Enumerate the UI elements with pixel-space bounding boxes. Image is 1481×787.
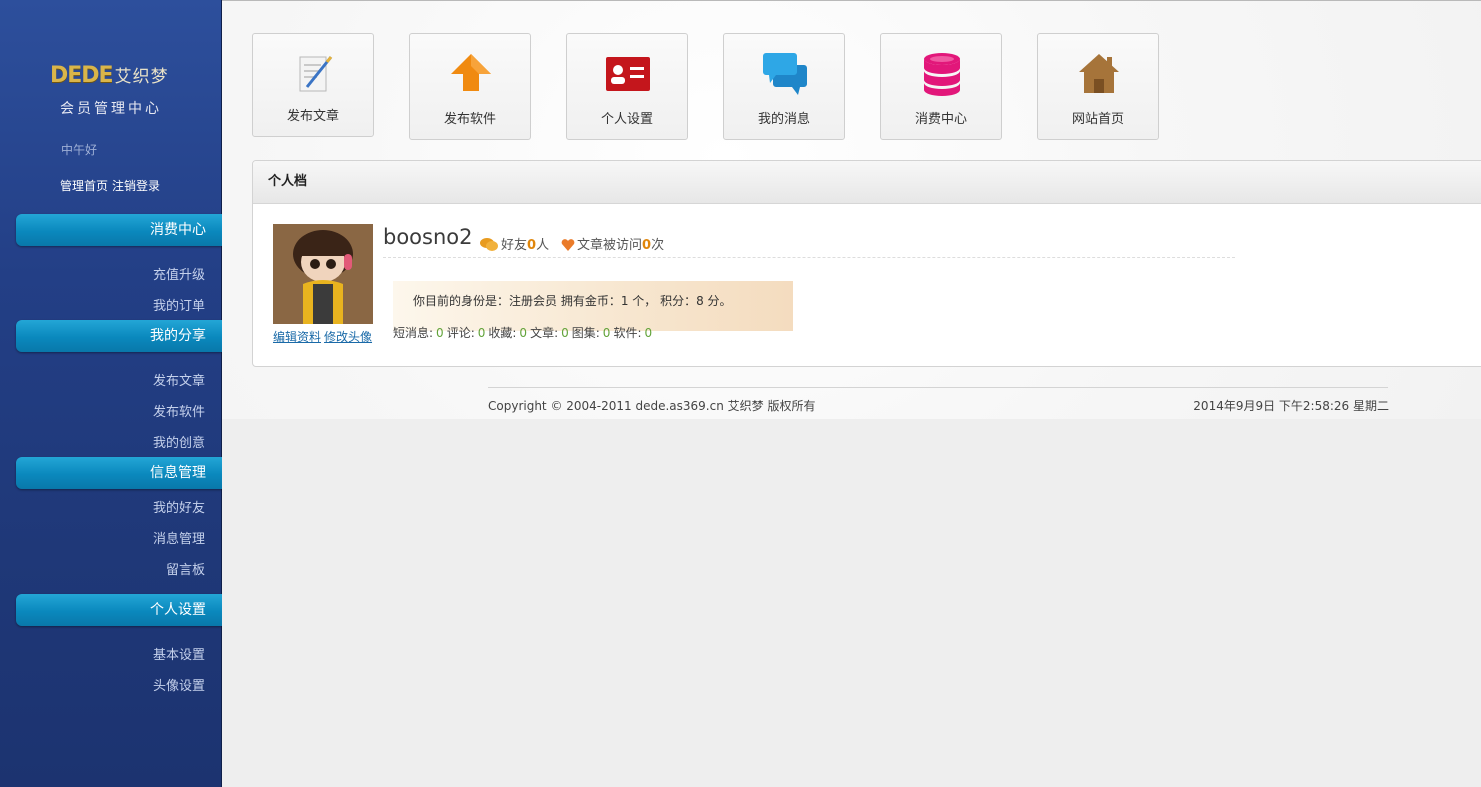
software-count: 0 — [644, 326, 653, 340]
brand-name: 艾织梦 — [114, 67, 169, 87]
friends-stat: 好友0人 — [479, 234, 549, 253]
username: boosno2 — [383, 225, 473, 249]
avatar-links: 编辑资料 修改头像 — [273, 328, 372, 345]
home-icon — [1079, 54, 1119, 93]
friends-count: 0 — [527, 238, 537, 253]
identity-text: 你目前的身份是：注册会员 拥有金币：1 个， 积分：8 分。 — [413, 294, 732, 308]
tile-label: 发布文章 — [286, 109, 339, 124]
menu-item-basic-settings[interactable]: 基本设置 — [153, 644, 205, 663]
visits-stat: 文章被访问0次 — [561, 234, 664, 253]
logout-link[interactable]: 注销登录 — [112, 179, 160, 193]
tile-label: 网站首页 — [1071, 112, 1124, 127]
tile-label: 消费中心 — [914, 112, 967, 127]
tile-label: 个人设置 — [600, 112, 653, 127]
messages-count: 0 — [436, 326, 444, 340]
tile-my-messages[interactable]: 我的消息 — [723, 33, 845, 140]
comments-count: 0 — [477, 326, 486, 340]
brand-logo: DEDE 艾织梦 — [50, 62, 210, 88]
albums-count: 0 — [602, 326, 611, 340]
menu-head-share[interactable]: 我的分享 — [16, 320, 222, 352]
visits-suffix: 次 — [651, 238, 665, 253]
menu-head-info[interactable]: 信息管理 — [16, 457, 222, 489]
avatar — [273, 224, 373, 324]
visits-prefix: 文章被访问 — [577, 238, 643, 253]
friends-suffix: 人 — [536, 238, 550, 253]
menu-item-post-article[interactable]: 发布文章 — [153, 370, 205, 389]
tile-label: 我的消息 — [757, 112, 810, 127]
friends-icon — [480, 238, 498, 251]
articles-count: 0 — [561, 326, 569, 340]
edit-document-icon — [299, 56, 333, 92]
heart-icon — [561, 239, 575, 251]
software-label: 软件: — [613, 326, 642, 340]
favorites-count: 0 — [519, 326, 528, 340]
brand-subtitle: 会员管理中心 — [60, 101, 162, 117]
comments-label: 评论: — [446, 326, 475, 340]
greeting-text: 中午好 — [61, 143, 98, 157]
menu-head-settings[interactable]: 个人设置 — [16, 594, 222, 626]
main-content: 发布文章 发布软件 个人设置 我的消息 消费中心 网站首页 个人档 编辑资料 修… — [222, 0, 1481, 787]
profile-panel: 个人档 编辑资料 修改头像 boosno2 好友0人 文章被访问0次 你目前的身… — [252, 160, 1481, 367]
change-avatar-link[interactable]: 修改头像 — [324, 330, 372, 344]
tile-post-software[interactable]: 发布软件 — [409, 33, 531, 140]
sidebar: DEDE 艾织梦 会员管理中心 中午好 管理首页 注销登录 消费中心 充值升级 我的… — [0, 0, 222, 787]
main-background — [222, 419, 1481, 787]
chat-bubbles-icon — [763, 53, 807, 95]
favorites-label: 收藏: — [488, 326, 517, 340]
edit-profile-link[interactable]: 编辑资料 — [273, 330, 321, 344]
tile-label: 发布软件 — [443, 112, 496, 127]
menu-item-friends[interactable]: 我的好友 — [153, 497, 205, 516]
manage-home-link[interactable]: 管理首页 — [60, 179, 108, 193]
brand-mark: DEDE — [50, 63, 114, 88]
top-links: 管理首页 注销登录 — [60, 177, 160, 194]
tile-site-home[interactable]: 网站首页 — [1037, 33, 1159, 140]
coins-stack-icon — [924, 53, 960, 96]
footer-divider — [488, 387, 1388, 388]
menu-item-avatar-settings[interactable]: 头像设置 — [153, 675, 205, 694]
menu-item-my-ideas[interactable]: 我的创意 — [153, 432, 205, 451]
visits-count: 0 — [642, 238, 652, 253]
menu-item-messages[interactable]: 消息管理 — [153, 528, 205, 547]
menu-item-post-software[interactable]: 发布软件 — [153, 401, 205, 420]
friends-prefix: 好友 — [501, 238, 528, 253]
menu-item-guestbook[interactable]: 留言板 — [166, 559, 205, 578]
counts-row: 短消息: 0 评论: 0 收藏: 0 文章: 0 图集: 0 软件: 0 — [393, 324, 655, 341]
articles-label: 文章: — [530, 326, 559, 340]
menu-item-orders[interactable]: 我的订单 — [153, 295, 205, 314]
upload-arrow-icon — [451, 54, 491, 91]
doll-avatar-image — [273, 224, 373, 324]
panel-title: 个人档 — [253, 161, 1481, 204]
copyright-text: Copyright © 2004-2011 dede.as369.cn 艾织梦 … — [488, 399, 816, 413]
datetime-text: 2014年9月9日 下午2:58:26 星期二 — [1193, 399, 1389, 413]
tile-personal-settings[interactable]: 个人设置 — [566, 33, 688, 140]
id-card-icon — [606, 57, 650, 91]
albums-label: 图集: — [571, 326, 600, 340]
tile-consumption-center[interactable]: 消费中心 — [880, 33, 1002, 140]
divider — [383, 257, 1235, 258]
tile-post-article[interactable]: 发布文章 — [252, 33, 374, 137]
menu-item-recharge[interactable]: 充值升级 — [153, 264, 205, 283]
menu-head-consumption[interactable]: 消费中心 — [16, 214, 222, 246]
messages-label: 短消息: — [393, 326, 434, 340]
